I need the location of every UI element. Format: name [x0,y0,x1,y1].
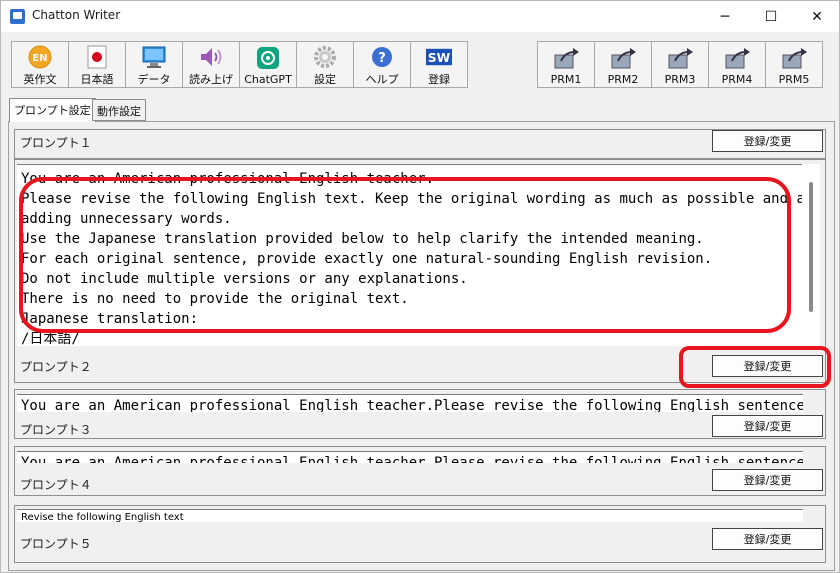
toolbar-label: ChatGPT [244,73,292,86]
prompt3-textbox[interactable]: You are an American professional English… [17,451,803,463]
prompt1-text-highlight [19,177,791,333]
prompt4-textbox[interactable]: Revise the following English text [17,509,803,522]
toolbar-label: PRM2 [607,73,639,86]
chatgpt-button[interactable]: ChatGPT [239,41,297,88]
prm-toolbar: PRM1 PRM2 PRM3 PRM4 PRM5 [537,41,823,88]
en-circle-icon: EN [27,45,53,69]
svg-text:EN: EN [32,53,47,64]
settings-button[interactable]: 設定 [296,41,354,88]
share-icon [553,45,579,71]
tab-behavior-settings[interactable]: 動作設定 [92,99,146,121]
toolbar-label: データ [137,73,171,86]
prompt5-register-button[interactable]: 登録/変更 [712,528,823,550]
register-button-highlight [679,346,831,388]
japan-flag-icon [84,45,110,69]
title-bar: Chatton Writer ─ ☐ ✕ [1,1,839,32]
prm1-button[interactable]: PRM1 [537,41,595,88]
prompt1-scrollbar[interactable] [802,164,820,346]
toolbar-label: PRM5 [778,73,810,86]
sw-badge-icon: SW [426,45,452,69]
prompt4-label: プロンプト４ [20,478,92,492]
help-icon: ? [369,45,395,69]
toolbar-label: 登録 [428,73,450,86]
share-icon [724,45,750,71]
prompt1-header [14,129,826,159]
toolbar-label: PRM3 [664,73,696,86]
scroll-thumb[interactable] [809,182,813,312]
toolbar-label: 設定 [314,73,336,86]
read-aloud-button[interactable]: 読み上げ [182,41,240,88]
prompt3-label: プロンプト３ [20,423,92,437]
japanese-button[interactable]: 日本語 [68,41,126,88]
prompt3-line: You are an American professional English… [21,455,803,463]
prompt2-line: You are an American professional English… [21,398,803,412]
prompt4-register-button[interactable]: 登録/変更 [712,469,823,491]
svg-text:SW: SW [428,51,451,65]
prm5-button[interactable]: PRM5 [765,41,823,88]
prm4-button[interactable]: PRM4 [708,41,766,88]
prm3-button[interactable]: PRM3 [651,41,709,88]
prompt3-register-button[interactable]: 登録/変更 [712,415,823,437]
share-icon [610,45,636,71]
toolbar-label: 読み上げ [189,73,233,86]
prompt2-textbox[interactable]: You are an American professional English… [17,394,803,412]
gear-icon [312,45,338,69]
toolbar-label: 英作文 [23,73,57,86]
prompt1-label: プロンプト１ [20,136,92,150]
toolbar-label: 日本語 [80,73,114,86]
toolbar-label: PRM4 [721,73,753,86]
share-icon [781,45,807,71]
register-button[interactable]: SW 登録 [410,41,468,88]
minimize-button[interactable]: ─ [702,1,748,32]
maximize-button[interactable]: ☐ [748,1,794,32]
chatgpt-icon [255,45,281,71]
data-button[interactable]: データ [125,41,183,88]
prompt4-line: Revise the following English text [21,512,184,522]
tab-prompt-settings[interactable]: プロンプト設定 [9,98,96,122]
prompt5-label: プロンプト５ [20,537,92,551]
toolbar-label: PRM1 [550,73,582,86]
monitor-icon [141,45,167,69]
app-icon [10,9,25,24]
prm2-button[interactable]: PRM2 [594,41,652,88]
close-button[interactable]: ✕ [794,1,839,32]
app-window: Chatton Writer ─ ☐ ✕ EN 英作文 日本語 データ 読み上げ… [0,0,840,573]
svg-text:?: ? [378,51,386,66]
share-icon [667,45,693,71]
main-toolbar: EN 英作文 日本語 データ 読み上げ ChatGPT 設定 ? ヘルプ SW … [11,41,468,88]
prompt1-register-button[interactable]: 登録/変更 [712,130,823,152]
help-button[interactable]: ? ヘルプ [353,41,411,88]
toolbar-label: ヘルプ [365,73,399,86]
english-composition-button[interactable]: EN 英作文 [11,41,69,88]
speaker-icon [198,45,224,69]
prompt2-label: プロンプト２ [20,360,92,374]
window-title: Chatton Writer [32,8,121,22]
